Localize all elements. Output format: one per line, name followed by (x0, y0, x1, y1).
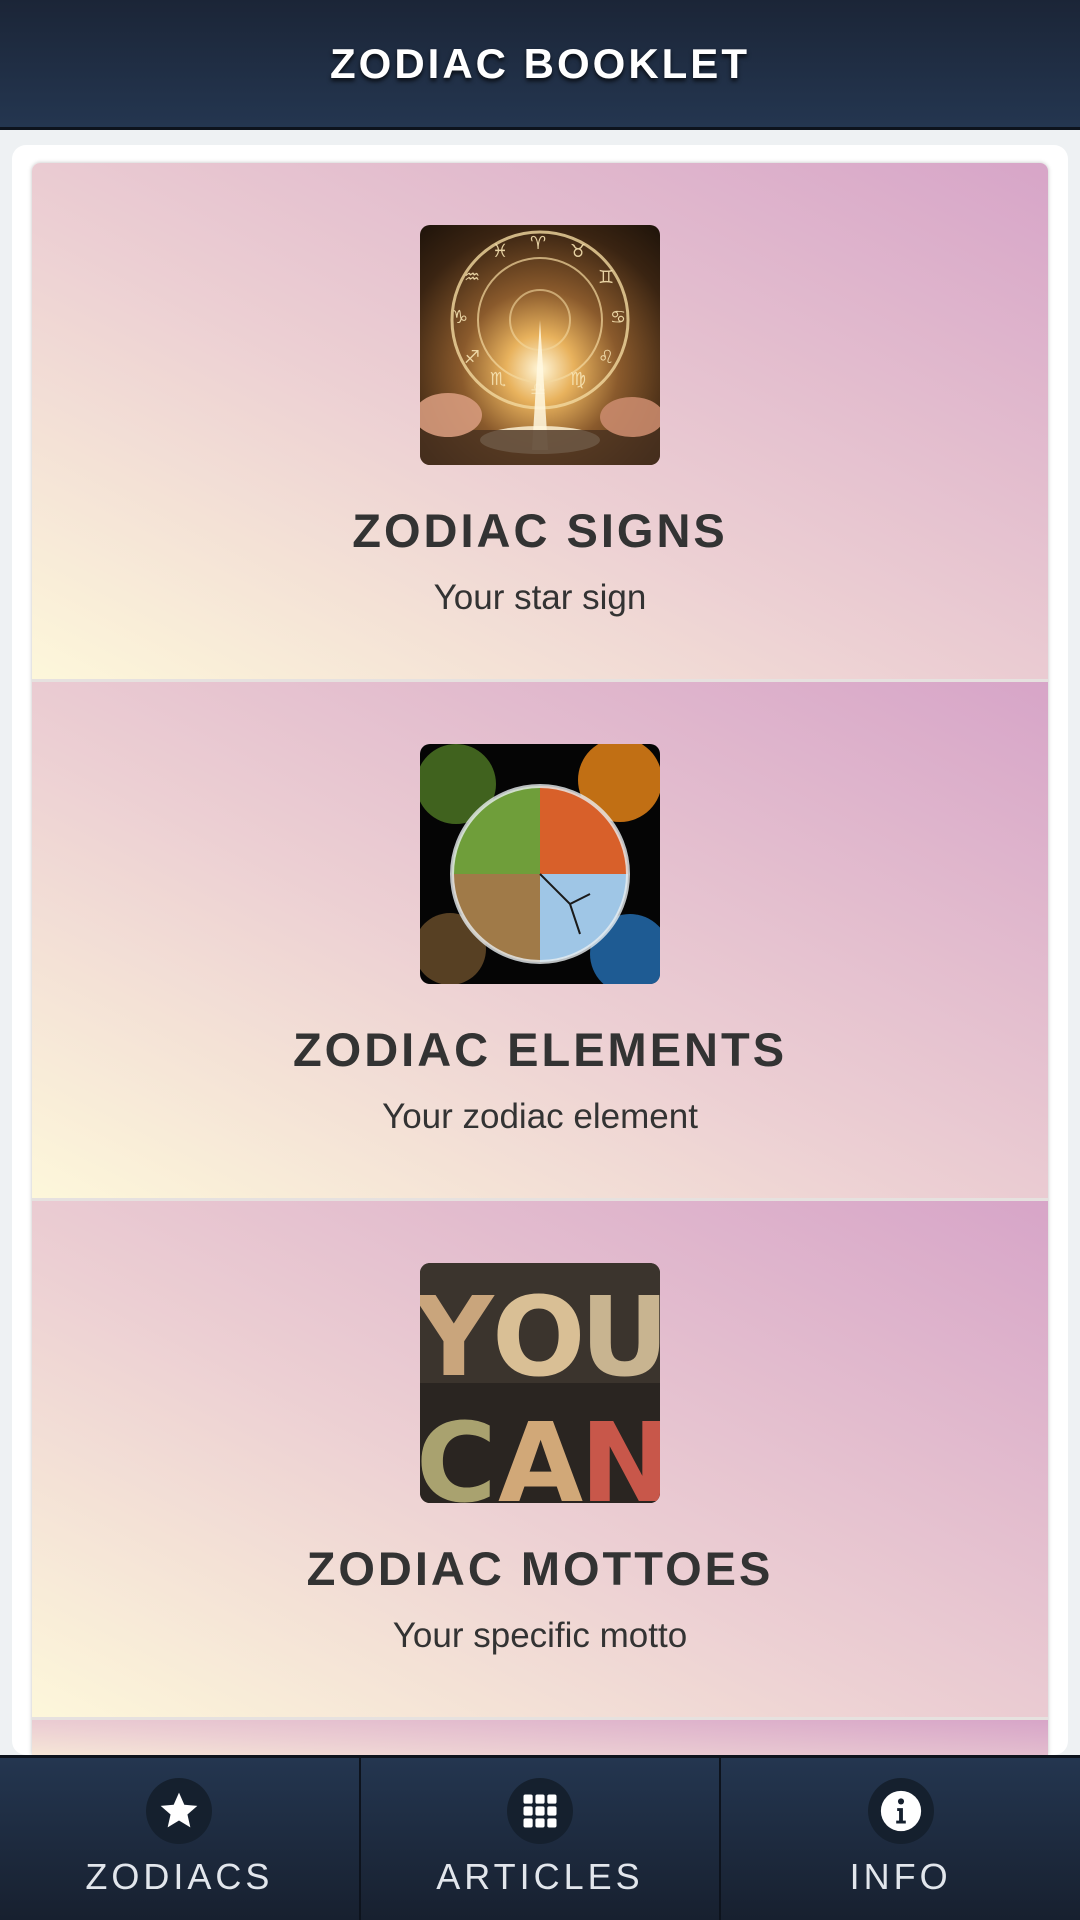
svg-text:♉: ♉ (570, 241, 586, 262)
svg-text:O: O (492, 1273, 586, 1401)
app-header: ZODIAC BOOKLET (0, 0, 1080, 130)
app-title: ZODIAC BOOKLET (330, 39, 750, 87)
zodiac-wheel-book-image: ♈♉♊ ♋♌♍ ♎♏♐ ♑♒♓ (420, 225, 660, 465)
svg-text:♈: ♈ (530, 233, 546, 254)
card-title: ZODIAC ELEMENTS (292, 1023, 788, 1076)
svg-text:Y: Y (420, 1273, 495, 1401)
card-subtitle: Your zodiac element (382, 1097, 698, 1136)
nav-zodiacs[interactable]: ZODIACS (0, 1758, 359, 1920)
you-can-letterpress-image: Y O U C A N (420, 1263, 660, 1503)
nav-label: ARTICLES (436, 1856, 644, 1897)
svg-text:♍: ♍ (570, 369, 586, 390)
svg-text:♌: ♌ (598, 347, 614, 368)
bottom-nav: ZODIACS ARTICLES INFO (0, 1755, 1080, 1920)
nav-info[interactable]: INFO (719, 1758, 1080, 1920)
card-list: ♈♉♊ ♋♌♍ ♎♏♐ ♑♒♓ ZODIAC SIGNS Your star s… (32, 163, 1048, 1755)
svg-text:U: U (580, 1273, 660, 1401)
svg-text:♊: ♊ (598, 267, 614, 288)
card-partial[interactable] (32, 1720, 1048, 1755)
svg-text:C: C (420, 1399, 497, 1503)
nav-label: INFO (849, 1856, 952, 1897)
svg-text:N: N (580, 1399, 660, 1503)
card-subtitle: Your specific motto (392, 1616, 688, 1655)
card-subtitle: Your star sign (433, 578, 647, 617)
info-icon (867, 1778, 934, 1844)
card-zodiac-signs[interactable]: ♈♉♊ ♋♌♍ ♎♏♐ ♑♒♓ ZODIAC SIGNS Your star s… (32, 163, 1048, 682)
svg-text:♓: ♓ (492, 241, 508, 262)
card-title: ZODIAC SIGNS (352, 504, 728, 557)
svg-text:♏: ♏ (490, 369, 506, 390)
four-elements-globe-image (420, 744, 660, 984)
nav-label: ZODIACS (85, 1856, 274, 1897)
card-zodiac-elements[interactable]: ZODIAC ELEMENTS Your zodiac element (32, 682, 1048, 1201)
svg-text:♋: ♋ (610, 307, 626, 328)
card-title: ZODIAC MOTTOES (306, 1542, 774, 1595)
card-zodiac-mottoes[interactable]: Y O U C A N ZODIAC MOTTOES Your specific… (32, 1201, 1048, 1720)
svg-text:♑: ♑ (452, 307, 468, 328)
grid-icon (507, 1778, 573, 1844)
nav-articles[interactable]: ARTICLES (358, 1758, 720, 1920)
svg-text:♐: ♐ (464, 347, 480, 368)
svg-text:A: A (498, 1399, 583, 1503)
svg-text:♒: ♒ (464, 267, 480, 288)
star-icon (146, 1778, 213, 1844)
